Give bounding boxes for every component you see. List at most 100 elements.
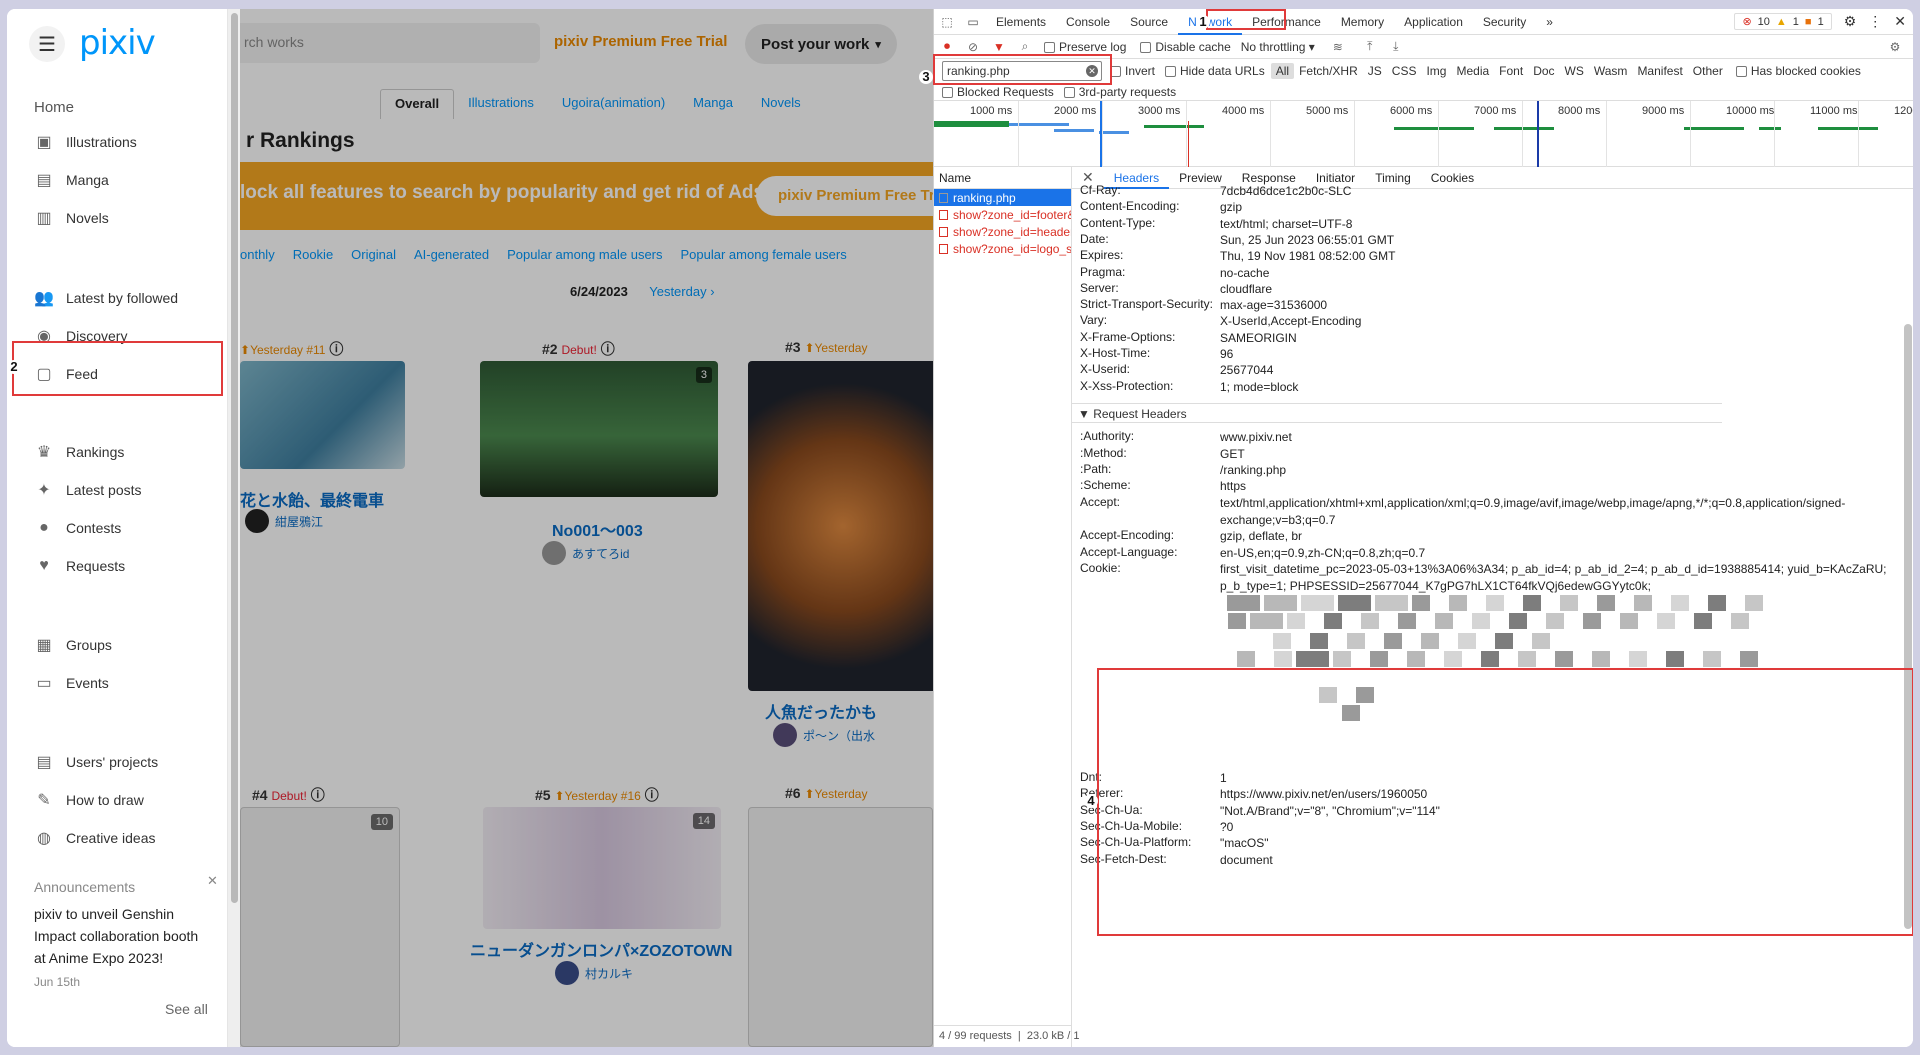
header-value[interactable]: Sun, 25 Jun 2023 06:55:01 GMT [1220,232,1900,249]
type-filter-img[interactable]: Img [1421,63,1451,79]
sidebar-item-novels[interactable]: ▥ Novels [34,206,108,230]
sidebar-item-requests[interactable]: ♥ Requests [34,554,125,578]
see-all-link[interactable]: See all [165,1001,208,1017]
sidebar-item-contests[interactable]: ● Contests [34,516,121,540]
premium-trial-link[interactable]: pixiv Premium Free Trial [554,33,727,50]
menu-icon[interactable]: ☰ [29,26,65,62]
type-filter-ws[interactable]: WS [1560,63,1589,79]
header-value[interactable]: 25677044 [1220,362,1900,379]
export-har-icon[interactable]: ⤓ [1383,39,1409,54]
type-filter-doc[interactable]: Doc [1528,63,1559,79]
artwork-title[interactable]: No001〜003 [552,517,643,541]
tab-illustrations[interactable]: Illustrations [454,89,548,119]
tab-novels[interactable]: Novels [747,89,815,119]
third-party-checkbox[interactable]: 3rd-party requests [1063,85,1176,99]
artwork-author[interactable]: 紺屋鴉江 [245,509,323,533]
close-devtools-icon[interactable]: ✕ [1894,13,1906,30]
import-har-icon[interactable]: ⤒ [1357,39,1383,54]
header-value[interactable]: 96 [1220,346,1900,363]
blocked-requests-checkbox[interactable]: Blocked Requests [942,85,1054,99]
search-input[interactable]: rch works [240,23,540,63]
ranking-card[interactable]: #4 Debut! ⓘ 10 [240,785,440,1047]
tab-sources[interactable]: Source [1120,9,1178,35]
hide-data-urls-checkbox[interactable]: Hide data URLs [1165,64,1265,78]
subtab-rookie[interactable]: Rookie [293,247,333,262]
header-value[interactable]: GET [1220,446,1900,463]
network-overview-timeline[interactable]: 1000 ms 2000 ms 3000 ms 4000 ms 5000 ms 6000 … [934,101,1913,167]
header-value[interactable]: text/html,application/xhtml+xml,applicat… [1220,495,1900,528]
throttling-select[interactable]: No throttling ▾ [1241,40,1315,54]
sidebar-item-rankings[interactable]: ♛ Rankings [34,440,125,464]
subtab-monthly[interactable]: onthly [240,247,275,262]
post-work-button[interactable]: Post your work ▾ [745,24,897,64]
type-filter-all[interactable]: All [1270,63,1295,79]
sidebar-item-how-to-draw[interactable]: ✎ How to draw [34,788,144,812]
header-value[interactable]: Thu, 19 Nov 1981 08:52:00 GMT [1220,248,1900,265]
tab-elements[interactable]: Elements [986,9,1056,35]
type-filter-other[interactable]: Other [1688,63,1728,79]
preserve-log-checkbox[interactable]: Preserve log [1044,40,1126,54]
artwork-title[interactable]: 人魚だったかも [765,699,877,723]
header-value[interactable]: first_visit_datetime_pc=2023-05-03+13%3A… [1220,561,1900,594]
request-row[interactable]: show?zone_id=header... [934,223,1071,240]
tab-security[interactable]: Security [1473,9,1536,35]
request-row[interactable]: show?zone_id=footer&f... [934,206,1071,223]
request-headers-section[interactable]: ▼ Request Headers [1072,403,1722,423]
subtab-original[interactable]: Original [351,247,396,262]
header-value[interactable]: X-UserId,Accept-Encoding [1220,313,1900,330]
header-value[interactable]: no-cache [1220,265,1900,282]
header-value[interactable]: 7dcb4d6dce1c2b0c-SLC [1220,183,1900,200]
subtab-male[interactable]: Popular among male users [507,247,662,262]
header-value[interactable]: https [1220,478,1900,495]
sidebar-item-events[interactable]: ▭ Events [34,671,108,695]
artwork-thumbnail[interactable] [748,807,933,1047]
type-filter-font[interactable]: Font [1494,63,1528,79]
close-icon[interactable]: ✕ [207,873,218,889]
header-value[interactable]: gzip [1220,199,1900,216]
artwork-author[interactable]: ポ〜ン（出水 [773,723,875,747]
network-conditions-icon[interactable]: ≋ [1325,40,1351,54]
clear-icon[interactable]: ⊘ [960,40,986,54]
issue-counts[interactable]: ⊗ 10 ▲ 1 ■ 1 [1734,13,1832,30]
sidebar-item-users-projects[interactable]: ▤ Users' projects [34,750,158,774]
header-value[interactable]: SAMEORIGIN [1220,330,1900,347]
type-filter-media[interactable]: Media [1451,63,1494,79]
record-icon[interactable]: ⏺ [934,39,960,54]
tab-application[interactable]: Application [1394,9,1473,35]
sidebar-item-creative-ideas[interactable]: ◍ Creative ideas [34,826,155,850]
header-value[interactable]: /ranking.php [1220,462,1900,479]
device-toolbar-icon[interactable]: ▭ [960,15,986,29]
sidebar-scrollbar[interactable] [228,9,240,1047]
artwork-title[interactable]: ニューダンガンロンパ×ZOZOTOWN [470,937,732,961]
search-icon[interactable]: ⌕ [1012,39,1038,54]
header-value[interactable]: www.pixiv.net [1220,429,1900,446]
request-row[interactable]: ranking.php [934,189,1071,206]
artwork-thumbnail[interactable] [240,361,405,469]
tab-ugoira[interactable]: Ugoira(animation) [548,89,679,119]
pixiv-logo[interactable]: pixiv [79,23,156,63]
ranking-card[interactable]: #5 ⬆Yesterday #16 ⓘ 14 ニューダンガンロンパ×ZOZOTO… [450,785,732,1015]
banner-premium-button[interactable]: pixiv Premium Free Tr [756,176,933,216]
sidebar-item-latest-by-followed[interactable]: 👥 Latest by followed [34,286,178,310]
network-settings-icon[interactable]: ⚙ [1882,40,1908,54]
type-filter-js[interactable]: JS [1363,63,1387,79]
announcement-body[interactable]: pixiv to unveil Genshin Impact collabora… [34,903,204,969]
type-filter-css[interactable]: CSS [1387,63,1422,79]
header-value[interactable]: text/html; charset=UTF-8 [1220,216,1900,233]
artwork-thumbnail[interactable]: 3 [480,361,718,497]
scrollbar-thumb[interactable] [231,13,238,903]
name-column-header[interactable]: Name [934,167,1071,189]
header-value[interactable]: max-age=31536000 [1220,297,1900,314]
ranking-card[interactable]: #3 ⬆Yesterday 人魚だったかも ポ〜ン（出水 [743,339,933,759]
artwork-thumbnail[interactable]: 10 [240,807,400,1047]
tab-console[interactable]: Console [1056,9,1120,35]
tab-overall[interactable]: Overall [380,89,455,119]
invert-checkbox[interactable]: Invert [1110,64,1155,78]
more-options-icon[interactable]: ⋮ [1868,13,1882,30]
artwork-title[interactable]: 花と水飴、最終電車 [240,487,384,511]
sidebar-item-illustrations[interactable]: ▣ Illustrations [34,130,136,154]
inspect-icon[interactable]: ⬚ [934,15,960,29]
ranking-card[interactable]: ⬆Yesterday #11 ⓘ 花と水飴、最終電車 紺屋鴉江 [240,339,440,539]
yesterday-link[interactable]: Yesterday › [649,284,714,299]
header-value[interactable]: cloudflare [1220,281,1900,298]
